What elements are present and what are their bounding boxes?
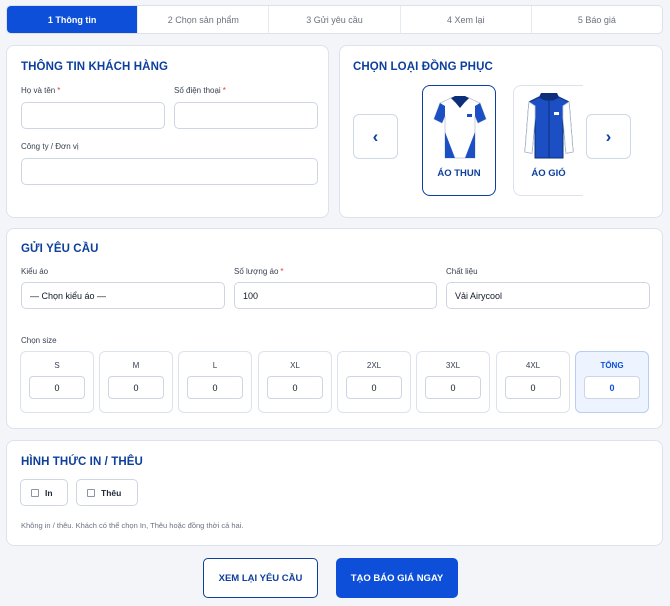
size-total-label: TỔNG <box>600 361 624 370</box>
uniform-type-title: CHỌN LOẠI ĐỒNG PHỤC <box>353 61 493 73</box>
size-label: 4XL <box>525 361 541 370</box>
step-send-request[interactable]: 3 Gửi yêu cầu <box>268 6 399 33</box>
uniform-type-card: CHỌN LOẠI ĐỒNG PHỤC ‹ ÁO THUN ÁO GIÓ › <box>339 45 663 218</box>
size-box-4xl: 4XL 0 <box>496 351 570 413</box>
shirt-type-select[interactable]: — Chọn kiểu áo — <box>21 282 225 309</box>
size-quantity-input[interactable]: 0 <box>505 376 561 399</box>
request-title: GỬI YÊU CẦU <box>21 243 99 255</box>
chevron-right-icon: › <box>605 126 612 146</box>
carousel-next-button[interactable]: › <box>586 114 631 159</box>
product-card-ao-gio[interactable]: ÁO GIÓ <box>513 85 583 196</box>
option-in-label: In <box>45 487 53 498</box>
size-quantity-input[interactable]: 0 <box>29 376 85 399</box>
step-info[interactable]: 1 Thông tin <box>7 6 138 33</box>
step-quote[interactable]: 5 Báo giá <box>530 6 662 33</box>
size-quantity-input[interactable]: 0 <box>425 376 481 399</box>
step-choose-product[interactable]: 2 Chọn sản phẩm <box>137 6 268 33</box>
phone-label: Số điện thoại * <box>174 86 226 95</box>
size-quantity-input[interactable]: 0 <box>187 376 243 399</box>
shirt-type-label: Kiểu áo <box>21 267 49 276</box>
progress-stepper: 1 Thông tin 2 Chọn sản phẩm 3 Gửi yêu cầ… <box>6 5 663 34</box>
size-box-l: L 0 <box>178 351 252 413</box>
size-box-s: S 0 <box>20 351 94 413</box>
material-label: Chất liệu <box>446 267 478 276</box>
name-input[interactable] <box>21 102 165 129</box>
company-label: Công ty / Đơn vị <box>21 142 79 151</box>
checkbox-icon <box>31 488 39 497</box>
checkbox-icon <box>87 488 95 497</box>
customer-info-card: THÔNG TIN KHÁCH HÀNG Họ và tên * Số điện … <box>6 45 329 218</box>
size-total-box: TỔNG 0 <box>575 351 649 413</box>
size-quantity-input[interactable]: 0 <box>346 376 402 399</box>
option-in-checkbox[interactable]: In <box>20 479 68 506</box>
size-box-xl: XL 0 <box>258 351 332 413</box>
size-box-2xl: 2XL 0 <box>337 351 411 413</box>
size-label: 2XL <box>366 361 382 370</box>
material-input[interactable]: Vải Airycool <box>446 282 650 309</box>
jacket-icon <box>524 93 574 159</box>
name-label: Họ và tên * <box>21 86 61 95</box>
step-review[interactable]: 4 Xem lại <box>399 6 531 33</box>
size-section-label: Chọn size <box>21 336 57 345</box>
company-input[interactable] <box>21 158 318 185</box>
product-card-ao-thun[interactable]: ÁO THUN <box>422 85 496 196</box>
create-quote-button[interactable]: TẠO BÁO GIÁ NGAY <box>336 558 458 598</box>
customer-info-title: THÔNG TIN KHÁCH HÀNG <box>21 61 169 73</box>
option-theu-label: Thêu <box>101 487 122 498</box>
review-request-button[interactable]: XEM LẠI YÊU CẦU <box>203 558 318 598</box>
quantity-label: Số lượng áo * <box>234 267 284 276</box>
quantity-input[interactable]: 100 <box>234 282 437 309</box>
phone-input[interactable] <box>174 102 318 129</box>
polo-shirt-icon <box>433 96 487 159</box>
size-quantity-input[interactable]: 0 <box>108 376 164 399</box>
size-label: S <box>54 361 60 370</box>
product-label-ao-thun: ÁO THUN <box>437 168 481 179</box>
carousel-prev-button[interactable]: ‹ <box>353 114 398 159</box>
size-label: 3XL <box>445 361 461 370</box>
print-method-title: HÌNH THỨC IN / THÊU <box>21 456 143 468</box>
option-theu-checkbox[interactable]: Thêu <box>76 479 138 506</box>
print-method-hint: Không in / thêu. Khách có thể chọn In, T… <box>21 521 244 530</box>
chevron-left-icon: ‹ <box>372 126 379 146</box>
size-label: M <box>132 361 140 370</box>
size-total-value: 0 <box>584 376 640 399</box>
size-box-3xl: 3XL 0 <box>416 351 490 413</box>
size-label: L <box>212 361 218 370</box>
size-box-m: M 0 <box>99 351 173 413</box>
size-label: XL <box>290 361 300 370</box>
size-quantity-input[interactable]: 0 <box>267 376 323 399</box>
product-label-ao-gio: ÁO GIÓ <box>531 168 566 179</box>
